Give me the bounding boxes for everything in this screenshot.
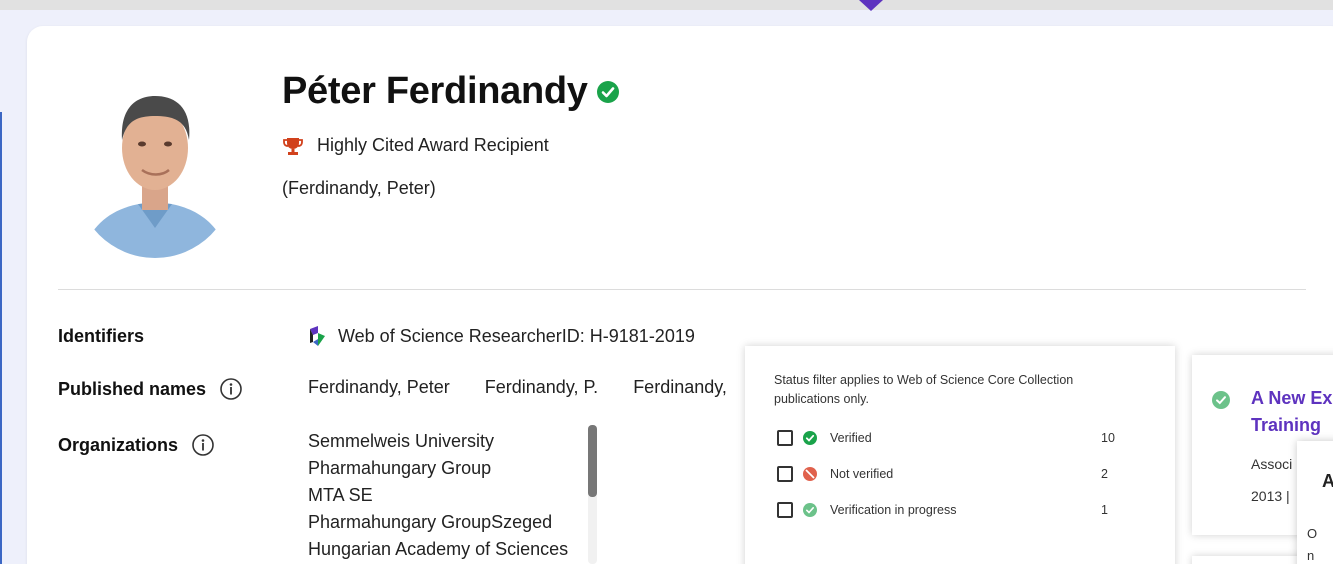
published-name: Ferdinandy, [633,377,727,397]
filter-not-verified[interactable]: Not verified 2 [777,466,1117,482]
published-names-list: Ferdinandy, Peter Ferdinandy, P. Ferdina… [308,377,757,398]
organizations-label: Organizations [58,434,214,456]
award-badge: Highly Cited Award Recipient [283,135,549,156]
organization-item: MTA SE [308,485,373,505]
organizations-list: Semmelweis University Pharmahungary Grou… [308,428,568,563]
menu-pointer-icon [859,0,883,11]
published-name: Ferdinandy, Peter [308,377,450,397]
publication-year: 2013 | [1251,488,1290,504]
organizations-label-text: Organizations [58,434,179,455]
verified-checkbox[interactable] [777,430,793,446]
info-icon[interactable] [192,434,214,456]
popover-text-line: n [1307,548,1315,563]
publication-title-link[interactable]: A New Ex Training [1251,385,1332,439]
info-icon[interactable] [220,378,242,400]
researcher-id-row[interactable]: Web of Science ResearcherID: H-9181-2019 [306,325,695,347]
trophy-icon [283,136,303,156]
filter-verified[interactable]: Verified 10 [777,430,1117,446]
filter-label: Not verified [830,467,894,481]
filter-count: 2 [1101,467,1108,481]
organization-item: Semmelweis University [308,431,495,451]
popover: A O n [1297,441,1333,564]
popover-text: O n [1307,523,1317,564]
verified-status-icon [1212,391,1230,409]
popover-title: A [1322,471,1333,491]
organizations-scrollbar[interactable] [588,425,597,564]
not-verified-icon [803,467,817,481]
publication-authors: Associ [1251,456,1293,472]
identifiers-label-text: Identifiers [58,326,145,346]
organization-item: Pharmahungary GroupSzeged [308,512,553,532]
web-of-science-logo-icon [306,325,328,347]
not-verified-checkbox[interactable] [777,466,793,482]
profile-alias: (Ferdinandy, Peter) [282,178,436,198]
published-names-label: Published names [58,378,242,400]
verified-check-icon [596,80,619,103]
profile-name-row: Péter Ferdinandy [282,70,619,113]
avatar [76,78,234,258]
top-bar [0,0,1333,10]
section-divider [58,289,1306,290]
filter-label: Verification in progress [830,503,957,517]
left-edge-line [0,112,2,564]
status-filter-note: Status filter applies to Web of Science … [774,373,1074,406]
published-names-label-text: Published names [58,378,207,399]
organization-item: Pharmahungary Group [308,458,492,478]
filter-count: 10 [1101,431,1115,445]
researcher-id: Web of Science ResearcherID: H-9181-2019 [338,325,695,346]
identifiers-label: Identifiers [58,326,144,347]
profile-name: Péter Ferdinandy [282,70,588,112]
in-progress-checkbox[interactable] [777,502,793,518]
verified-check-icon [803,431,817,445]
organization-item: Hungarian Academy of Sciences [308,539,569,559]
publication-title-line: A New Ex [1251,388,1333,408]
popover-text-line: O [1307,526,1318,541]
filter-label: Verified [830,431,872,445]
published-name: Ferdinandy, P. [484,377,599,397]
status-filter-panel: Status filter applies to Web of Science … [745,346,1175,564]
award-label: Highly Cited Award Recipient [317,135,549,155]
scrollbar-thumb[interactable] [588,425,597,497]
filter-in-progress[interactable]: Verification in progress 1 [777,502,1117,518]
filter-count: 1 [1101,503,1108,517]
in-progress-icon [803,503,817,517]
publication-title-line: Training [1251,415,1322,435]
